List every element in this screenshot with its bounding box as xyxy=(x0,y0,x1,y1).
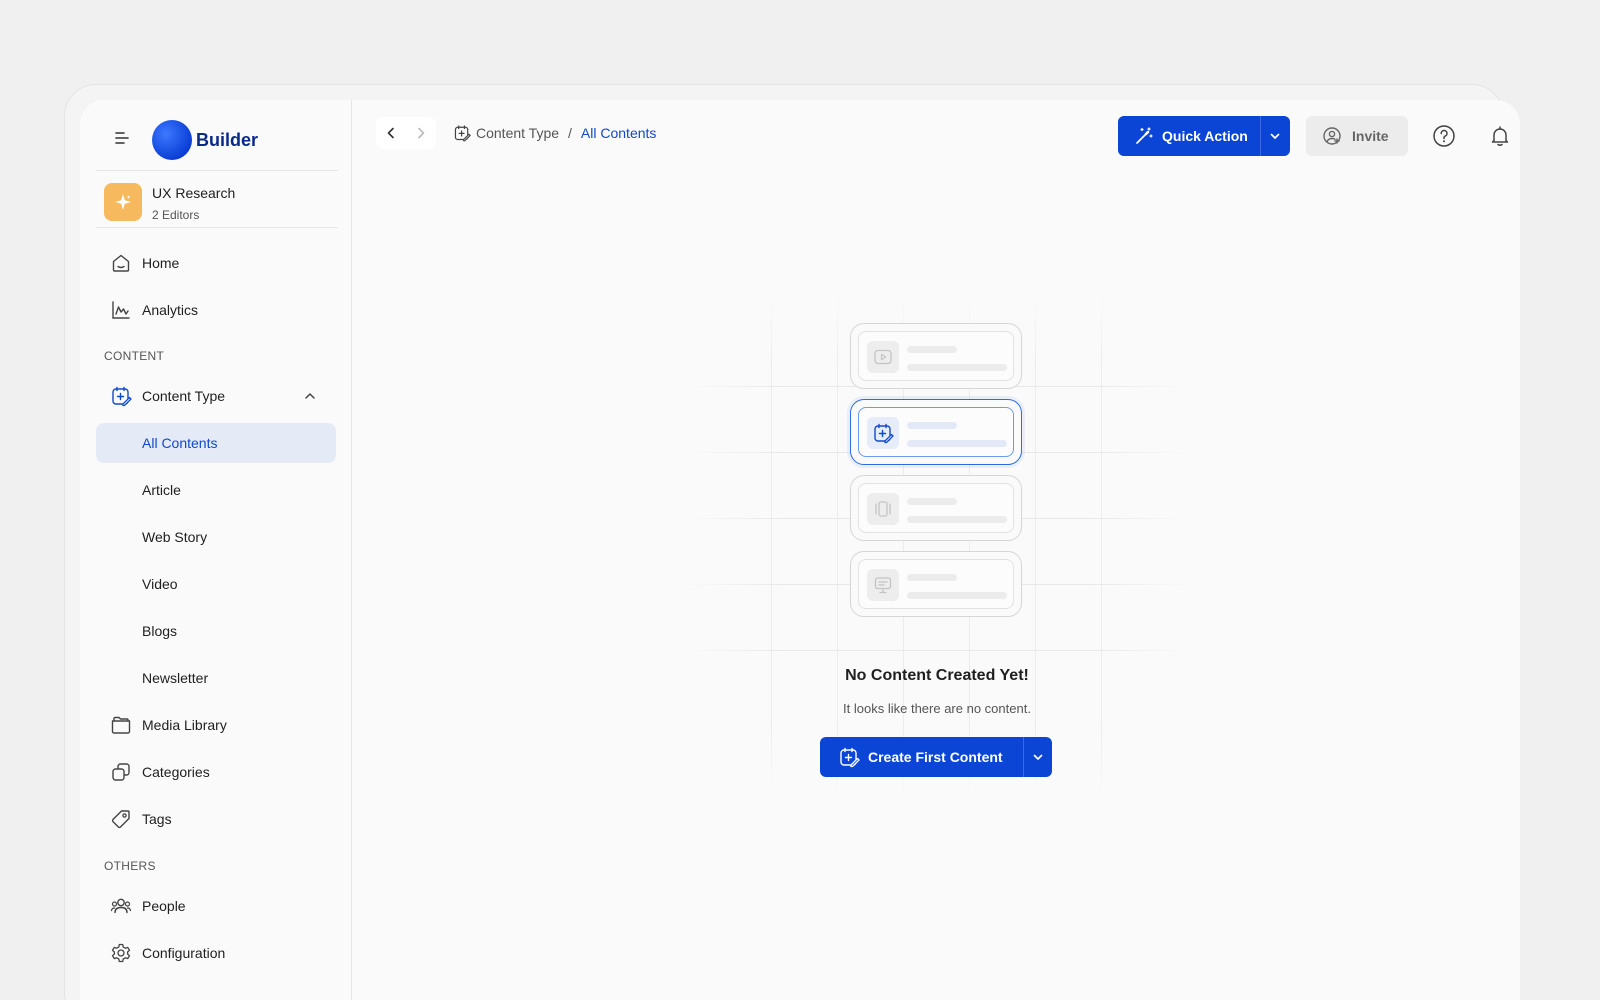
sidebar-item-label: All Contents xyxy=(142,435,218,451)
grid-line xyxy=(837,292,838,800)
grid-line xyxy=(1035,292,1036,800)
content-type-icon xyxy=(453,124,471,142)
placeholder-card-presentation xyxy=(850,551,1022,617)
quick-action-dropdown[interactable] xyxy=(1260,116,1289,156)
home-icon xyxy=(110,252,132,274)
chevron-down-icon xyxy=(1032,751,1044,763)
grid-line xyxy=(771,292,772,800)
sidebar-item-people[interactable]: People xyxy=(96,886,336,926)
workspace-name: UX Research xyxy=(152,185,236,201)
breadcrumb-parent[interactable]: Content Type xyxy=(476,125,559,141)
chevron-down-icon xyxy=(1269,130,1281,142)
play-icon xyxy=(867,341,899,373)
gear-icon xyxy=(110,942,132,964)
sidebar: Builder UX Research 2 Editors Home Analy… xyxy=(80,100,352,1000)
invite-button[interactable]: Invite xyxy=(1306,116,1408,156)
divider xyxy=(96,227,338,228)
people-icon xyxy=(110,895,132,917)
sidebar-item-all-contents[interactable]: All Contents xyxy=(96,423,336,463)
history-nav xyxy=(376,117,436,149)
sidebar-item-content-type[interactable]: Content Type xyxy=(96,376,336,416)
tag-icon xyxy=(110,808,132,830)
content-type-icon xyxy=(110,385,132,407)
presentation-icon xyxy=(867,569,899,601)
sidebar-item-blogs[interactable]: Blogs xyxy=(96,611,336,651)
content-type-icon xyxy=(838,746,860,768)
divider xyxy=(96,170,338,171)
sidebar-item-label: Web Story xyxy=(142,529,208,545)
builder-logo xyxy=(152,120,192,160)
empty-state-illustration xyxy=(682,292,1192,800)
collapse-menu-icon[interactable] xyxy=(112,128,132,148)
grid-line xyxy=(682,650,1192,651)
chevron-up-icon[interactable] xyxy=(304,390,316,402)
create-first-content-button[interactable]: Create First Content xyxy=(820,737,1023,777)
back-button[interactable] xyxy=(376,117,406,149)
section-label-others: OTHERS xyxy=(104,859,156,873)
sidebar-item-analytics[interactable]: Analytics xyxy=(96,290,336,330)
help-icon[interactable] xyxy=(1432,124,1456,148)
sidebar-item-label: Video xyxy=(142,576,178,592)
invite-label: Invite xyxy=(1352,128,1389,144)
empty-state-subtitle: It looks like there are no content. xyxy=(843,701,1031,716)
empty-state-title: No Content Created Yet! xyxy=(845,667,1029,684)
sidebar-item-video[interactable]: Video xyxy=(96,564,336,604)
breadcrumb: Content Type / All Contents xyxy=(453,124,656,142)
sparkle-icon xyxy=(104,183,142,221)
create-first-content-label: Create First Content xyxy=(868,749,1003,765)
create-content-dropdown[interactable] xyxy=(1023,737,1052,777)
categories-icon xyxy=(110,761,132,783)
sidebar-item-home[interactable]: Home xyxy=(96,243,336,283)
sidebar-item-tags[interactable]: Tags xyxy=(96,799,336,839)
sidebar-item-label: Home xyxy=(142,255,180,271)
sidebar-item-label: Newsletter xyxy=(142,670,209,686)
sidebar-item-article[interactable]: Article xyxy=(96,470,336,510)
sidebar-item-web-story[interactable]: Web Story xyxy=(96,517,336,557)
sidebar-item-label: Configuration xyxy=(142,945,226,961)
quick-action-split-button: Quick Action xyxy=(1118,116,1290,156)
quick-action-button[interactable]: Quick Action xyxy=(1118,116,1260,156)
content-type-icon xyxy=(867,417,899,449)
carousel-icon xyxy=(867,493,899,525)
analytics-icon xyxy=(110,299,132,321)
placeholder-card-carousel xyxy=(850,475,1022,541)
sidebar-header: Builder xyxy=(80,100,352,174)
add-user-icon xyxy=(1322,126,1342,146)
magic-wand-icon xyxy=(1134,126,1154,146)
placeholder-card-video xyxy=(850,323,1022,389)
sidebar-item-label: Content Type xyxy=(142,388,226,404)
sidebar-item-configuration[interactable]: Configuration xyxy=(96,933,336,973)
notification-bell-icon[interactable] xyxy=(1488,124,1512,148)
sidebar-item-label: Article xyxy=(142,482,181,498)
workspace-editors: 2 Editors xyxy=(152,208,200,222)
sidebar-item-label: People xyxy=(142,898,186,914)
forward-button[interactable] xyxy=(406,117,436,149)
sidebar-item-label: Categories xyxy=(142,764,210,780)
sidebar-item-label: Analytics xyxy=(142,302,199,318)
sidebar-item-categories[interactable]: Categories xyxy=(96,752,336,792)
section-label-content: CONTENT xyxy=(104,349,165,363)
folder-icon xyxy=(110,714,132,736)
sidebar-item-newsletter[interactable]: Newsletter xyxy=(96,658,336,698)
placeholder-card-content xyxy=(850,399,1022,465)
sidebar-item-label: Tags xyxy=(142,811,172,827)
sidebar-item-label: Blogs xyxy=(142,623,178,639)
create-content-split-button: Create First Content xyxy=(820,737,1052,777)
breadcrumb-current: All Contents xyxy=(580,125,657,141)
breadcrumb-separator: / xyxy=(568,125,572,141)
sidebar-item-media-library[interactable]: Media Library xyxy=(96,705,336,745)
workspace-switcher[interactable]: UX Research 2 Editors xyxy=(104,183,344,229)
app-name: Builder xyxy=(196,130,259,150)
sidebar-item-label: Media Library xyxy=(142,717,227,733)
grid-line xyxy=(1101,292,1102,800)
quick-action-label: Quick Action xyxy=(1162,128,1248,144)
